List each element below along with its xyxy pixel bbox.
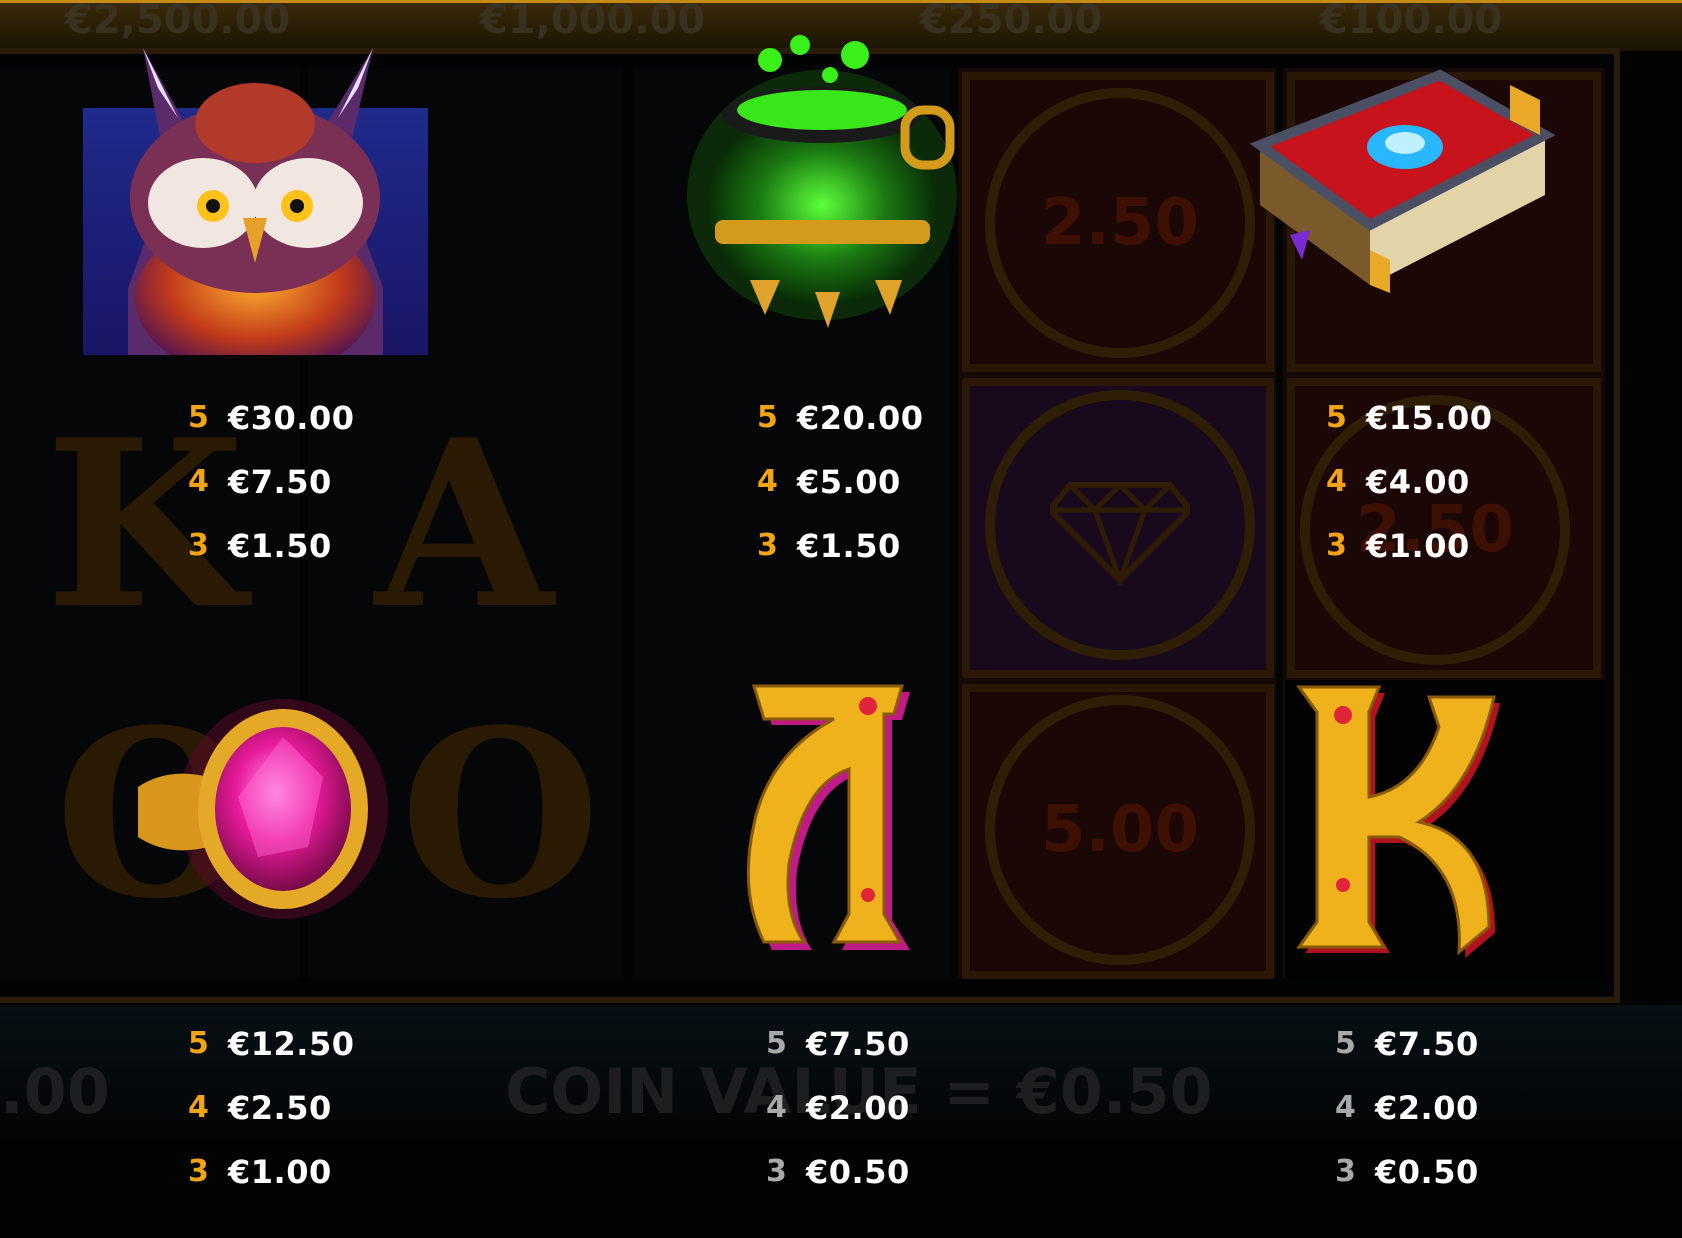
payout-amount: €0.50 — [1375, 1153, 1479, 1191]
ring-paytable: 5 €12.50 4 €2.50 3 €1.00 — [188, 1024, 448, 1216]
match-count: 4 — [188, 464, 209, 499]
cauldron-paytable: 5 €20.00 4 €5.00 3 €1.50 — [757, 398, 1017, 590]
board-coin: 5.00 — [985, 695, 1255, 965]
diamond-icon — [1050, 481, 1190, 585]
match-count: 3 — [766, 1154, 787, 1189]
paytable-row: 3 €0.50 — [1335, 1152, 1595, 1216]
paytable-row: 4 €2.50 — [188, 1088, 448, 1152]
paytable-row: 3 €1.50 — [757, 526, 1017, 590]
paytable-row: 5 €12.50 — [188, 1024, 448, 1088]
match-count: 3 — [188, 528, 209, 563]
cauldron-icon — [680, 30, 965, 330]
paytable-row: 4 €7.50 — [188, 462, 448, 526]
paytable-row: 5 €20.00 — [757, 398, 1017, 462]
jackpot-major-value: €1,000.00 — [480, 0, 706, 43]
king-paytable: 5 €7.50 4 €2.00 3 €0.50 — [1335, 1024, 1595, 1216]
paytable-row: 3 €0.50 — [766, 1152, 1026, 1216]
payout-amount: €2.00 — [806, 1089, 910, 1127]
match-count: 4 — [188, 1090, 209, 1125]
payout-amount: €2.50 — [228, 1089, 332, 1127]
match-count: 5 — [188, 1026, 209, 1061]
payout-amount: €1.50 — [228, 527, 332, 565]
payout-amount: €1.00 — [228, 1153, 332, 1191]
match-count: 3 — [1326, 528, 1347, 563]
paytable-row: 5 €15.00 — [1326, 398, 1586, 462]
payout-amount: €30.00 — [228, 399, 355, 437]
paytable-row: 3 €1.00 — [188, 1152, 448, 1216]
payout-amount: €5.00 — [797, 463, 901, 501]
paytable-row: 5 €7.50 — [766, 1024, 1026, 1088]
payout-amount: €15.00 — [1366, 399, 1493, 437]
payout-amount: €12.50 — [228, 1025, 355, 1063]
match-count: 5 — [1326, 400, 1347, 435]
jackpot-mini-value: €100.00 — [1320, 0, 1503, 43]
match-count: 4 — [757, 464, 778, 499]
ace-paytable: 5 €7.50 4 €2.00 3 €0.50 — [766, 1024, 1026, 1216]
paytable-row: 3 €1.00 — [1326, 526, 1586, 590]
board-coin: 2.50 — [985, 88, 1255, 358]
payout-amount: €4.00 — [1366, 463, 1470, 501]
letter-k-icon — [1295, 683, 1510, 965]
bottom-left-value: .00 — [0, 1055, 110, 1128]
payout-amount: €1.00 — [1366, 527, 1470, 565]
match-count: 5 — [757, 400, 778, 435]
paytable-row: 5 €7.50 — [1335, 1024, 1595, 1088]
match-count: 4 — [766, 1090, 787, 1125]
board-diamond-coin — [985, 390, 1255, 660]
match-count: 4 — [1326, 464, 1347, 499]
payout-amount: €0.50 — [806, 1153, 910, 1191]
payout-amount: €1.50 — [797, 527, 901, 565]
match-count: 5 — [1335, 1026, 1356, 1061]
payout-amount: €7.50 — [1375, 1025, 1479, 1063]
ghost-symbol-ring: O — [400, 680, 601, 950]
owl-icon — [83, 28, 428, 378]
owl-paytable: 5 €30.00 4 €7.50 3 €1.50 — [188, 398, 448, 590]
spellbook-icon — [1240, 55, 1560, 325]
paytable-row: 4 €5.00 — [757, 462, 1017, 526]
match-count: 3 — [757, 528, 778, 563]
paytable-row: 4 €2.00 — [766, 1088, 1026, 1152]
match-count: 5 — [766, 1026, 787, 1061]
paytable-row: 4 €4.00 — [1326, 462, 1586, 526]
payout-amount: €20.00 — [797, 399, 924, 437]
paytable-row: 3 €1.50 — [188, 526, 448, 590]
payout-amount: €7.50 — [806, 1025, 910, 1063]
match-count: 4 — [1335, 1090, 1356, 1125]
gem-ring-icon — [128, 697, 388, 922]
match-count: 3 — [1335, 1154, 1356, 1189]
letter-a-icon — [742, 680, 922, 960]
match-count: 3 — [188, 1154, 209, 1189]
match-count: 5 — [188, 400, 209, 435]
paytable-row: 5 €30.00 — [188, 398, 448, 462]
payout-amount: €7.50 — [228, 463, 332, 501]
paytable-row: 4 €2.00 — [1335, 1088, 1595, 1152]
payout-amount: €2.00 — [1375, 1089, 1479, 1127]
spellbook-paytable: 5 €15.00 4 €4.00 3 €1.00 — [1326, 398, 1586, 590]
